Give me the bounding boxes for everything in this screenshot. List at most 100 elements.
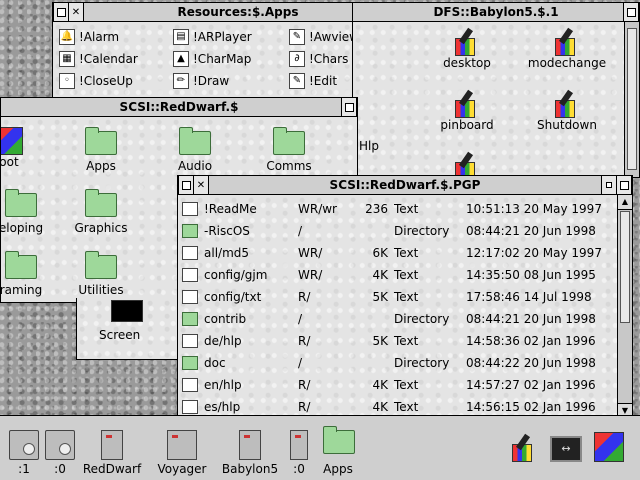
- app-label: !Chars: [309, 52, 349, 66]
- film-icon: ▤: [173, 29, 189, 45]
- dfs-item-pinboard[interactable]: pinboard: [419, 89, 515, 132]
- dfs-scrollbar[interactable]: [624, 22, 639, 177]
- app-label: !CharMap: [193, 52, 252, 66]
- file-size: 4K: [372, 378, 388, 392]
- scroll-thumb[interactable]: [620, 211, 630, 323]
- dir-boot[interactable]: oot: [1, 127, 57, 169]
- file-row[interactable]: !ReadMe WR/wr 236 Text 10:51:13 20 May 1997: [182, 198, 612, 220]
- screen-window[interactable]: Screen: [76, 298, 186, 360]
- file-type: Directory: [394, 312, 450, 326]
- file-row[interactable]: config/txt R/5K Text 17:58:46 14 Jul 1998: [182, 286, 612, 308]
- screen-window-content: Screen: [77, 298, 185, 359]
- boot-cube-icon: [1, 127, 23, 155]
- file-row[interactable]: doc / Directory 08:44:22 20 Jun 1998: [182, 352, 612, 374]
- file-date: 14:57:27 02 Jan 1996: [466, 378, 596, 392]
- task-manager-cube-icon[interactable]: [594, 432, 624, 462]
- calendar-icon: ▦: [59, 51, 75, 67]
- file-row[interactable]: config/gjm WR/4K Text 14:35:50 08 Jun 1995: [182, 264, 612, 286]
- dir-comms[interactable]: Comms: [241, 127, 337, 173]
- charmap-icon: ▲: [173, 51, 189, 67]
- paint-icon: [451, 89, 483, 118]
- reddwarf-window-titlebar[interactable]: SCSI::RedDwarf.$: [1, 98, 357, 117]
- dir-graphics[interactable]: Graphics: [53, 189, 149, 235]
- dfs-item-desktop[interactable]: desktop: [419, 27, 515, 70]
- app-charmap[interactable]: ▲ !CharMap: [173, 50, 251, 68]
- text-file-icon: [182, 202, 198, 216]
- text-file-icon: [182, 378, 198, 392]
- iconise-button[interactable]: [601, 176, 617, 194]
- dir-apps[interactable]: Apps: [53, 127, 149, 173]
- dfs-item-shutdown[interactable]: Shutdown: [519, 89, 615, 132]
- item-label: Audio: [177, 159, 213, 173]
- file-access: WR/: [298, 246, 323, 260]
- file-date: 10:51:13 20 May 1997: [466, 202, 602, 216]
- pgp-window[interactable]: SCSI::RedDwarf.$.PGP ✕ !ReadMe WR/wr 236 Te…: [177, 175, 633, 419]
- app-draw[interactable]: ✏ !Draw: [173, 72, 229, 90]
- back-button[interactable]: [178, 176, 194, 194]
- file-row[interactable]: de/hlp R/5K Text 14:58:36 02 Jan 1996: [182, 330, 612, 352]
- scroll-up-arrow[interactable]: ▲: [618, 195, 632, 210]
- app-closeup[interactable]: ◦ !CloseUp: [59, 72, 133, 90]
- dfs-window[interactable]: DFS::Babylon5.$.1 desktop modechange pin…: [352, 2, 640, 178]
- apps-folder-icon: [323, 426, 355, 460]
- back-button[interactable]: [53, 3, 69, 21]
- dfs-window-content: desktop modechange pinboard Shutdown Hlp: [353, 22, 639, 177]
- display-manager-icon[interactable]: ↔: [550, 436, 582, 462]
- iconbar-floppy-1[interactable]: :1: [6, 430, 42, 476]
- iconbar-reddwarf[interactable]: RedDwarf: [80, 430, 144, 476]
- folder-icon: [85, 127, 117, 159]
- file-row[interactable]: contrib / Directory 08:44:21 20 Jun 1998: [182, 308, 612, 330]
- pgp-window-title: SCSI::RedDwarf.$.PGP: [329, 178, 481, 192]
- file-row[interactable]: en/hlp R/4K Text 14:57:27 02 Jan 1996: [182, 374, 612, 396]
- file-row[interactable]: all/md5 WR/6K Text 12:17:02 20 May 1997: [182, 242, 612, 264]
- file-access: R/: [298, 290, 311, 304]
- file-type: Directory: [394, 224, 450, 238]
- dfs-window-titlebar[interactable]: DFS::Babylon5.$.1: [353, 3, 639, 22]
- file-row[interactable]: -RiscOS / Directory 08:44:21 20 Jun 1998: [182, 220, 612, 242]
- file-access: /: [298, 356, 303, 370]
- ram-disc-icon: [290, 430, 308, 460]
- iconbar-label: :1: [18, 462, 30, 476]
- file-date: 14:58:36 02 Jan 1996: [466, 334, 596, 348]
- iconbar-voyager[interactable]: Voyager: [150, 430, 214, 476]
- folder-icon: [5, 251, 37, 283]
- iconbar-ramdisc[interactable]: :0: [284, 430, 314, 476]
- scroll-thumb[interactable]: [627, 28, 637, 170]
- file-size: 5K: [372, 334, 388, 348]
- close-button[interactable]: ✕: [193, 176, 209, 194]
- iconbar-apps[interactable]: Apps: [318, 422, 358, 476]
- close-button[interactable]: ✕: [68, 3, 84, 21]
- file-size: 236: [365, 202, 388, 216]
- folder-icon: [85, 251, 117, 283]
- file-name: config/gjm: [204, 268, 268, 282]
- app-arplayer[interactable]: ▤ !ARPlayer: [173, 28, 252, 46]
- file-name: es/hlp: [204, 400, 241, 414]
- paint-icon[interactable]: [508, 433, 538, 464]
- toggle-size-button[interactable]: [341, 98, 357, 116]
- pgp-window-titlebar[interactable]: SCSI::RedDwarf.$.PGP: [178, 176, 632, 195]
- pgp-scrollbar[interactable]: ▲ ▼: [617, 195, 632, 418]
- text-file-icon: [182, 268, 198, 282]
- item-label: Graphics: [74, 221, 128, 235]
- app-edit[interactable]: ✎ !Edit: [289, 72, 337, 90]
- file-date: 08:44:21 20 Jun 1998: [466, 312, 596, 326]
- iconbar-floppy-0[interactable]: :0: [42, 430, 78, 476]
- file-name: de/hlp: [204, 334, 242, 348]
- dir-audio[interactable]: Audio: [147, 127, 243, 173]
- paint-icon: [551, 27, 583, 56]
- file-access: WR/: [298, 268, 323, 282]
- file-size: 5K: [372, 290, 388, 304]
- file-type: Text: [394, 202, 419, 216]
- iconbar-babylon5[interactable]: Babylon5: [218, 430, 282, 476]
- text-file-icon: [182, 290, 198, 304]
- dir-utilities[interactable]: Utilities: [53, 251, 149, 297]
- file-name: contrib: [204, 312, 247, 326]
- dfs-item-modechange[interactable]: modechange: [519, 27, 615, 70]
- app-calendar[interactable]: ▦ !Calendar: [59, 50, 138, 68]
- app-label: !Alarm: [79, 30, 120, 44]
- app-alarm[interactable]: 🔔 !Alarm: [59, 28, 119, 46]
- toggle-size-button[interactable]: [616, 176, 632, 194]
- app-chars[interactable]: ∂ !Chars: [289, 50, 348, 68]
- iconbar-label: Babylon5: [221, 462, 279, 476]
- toggle-size-button[interactable]: [623, 3, 639, 21]
